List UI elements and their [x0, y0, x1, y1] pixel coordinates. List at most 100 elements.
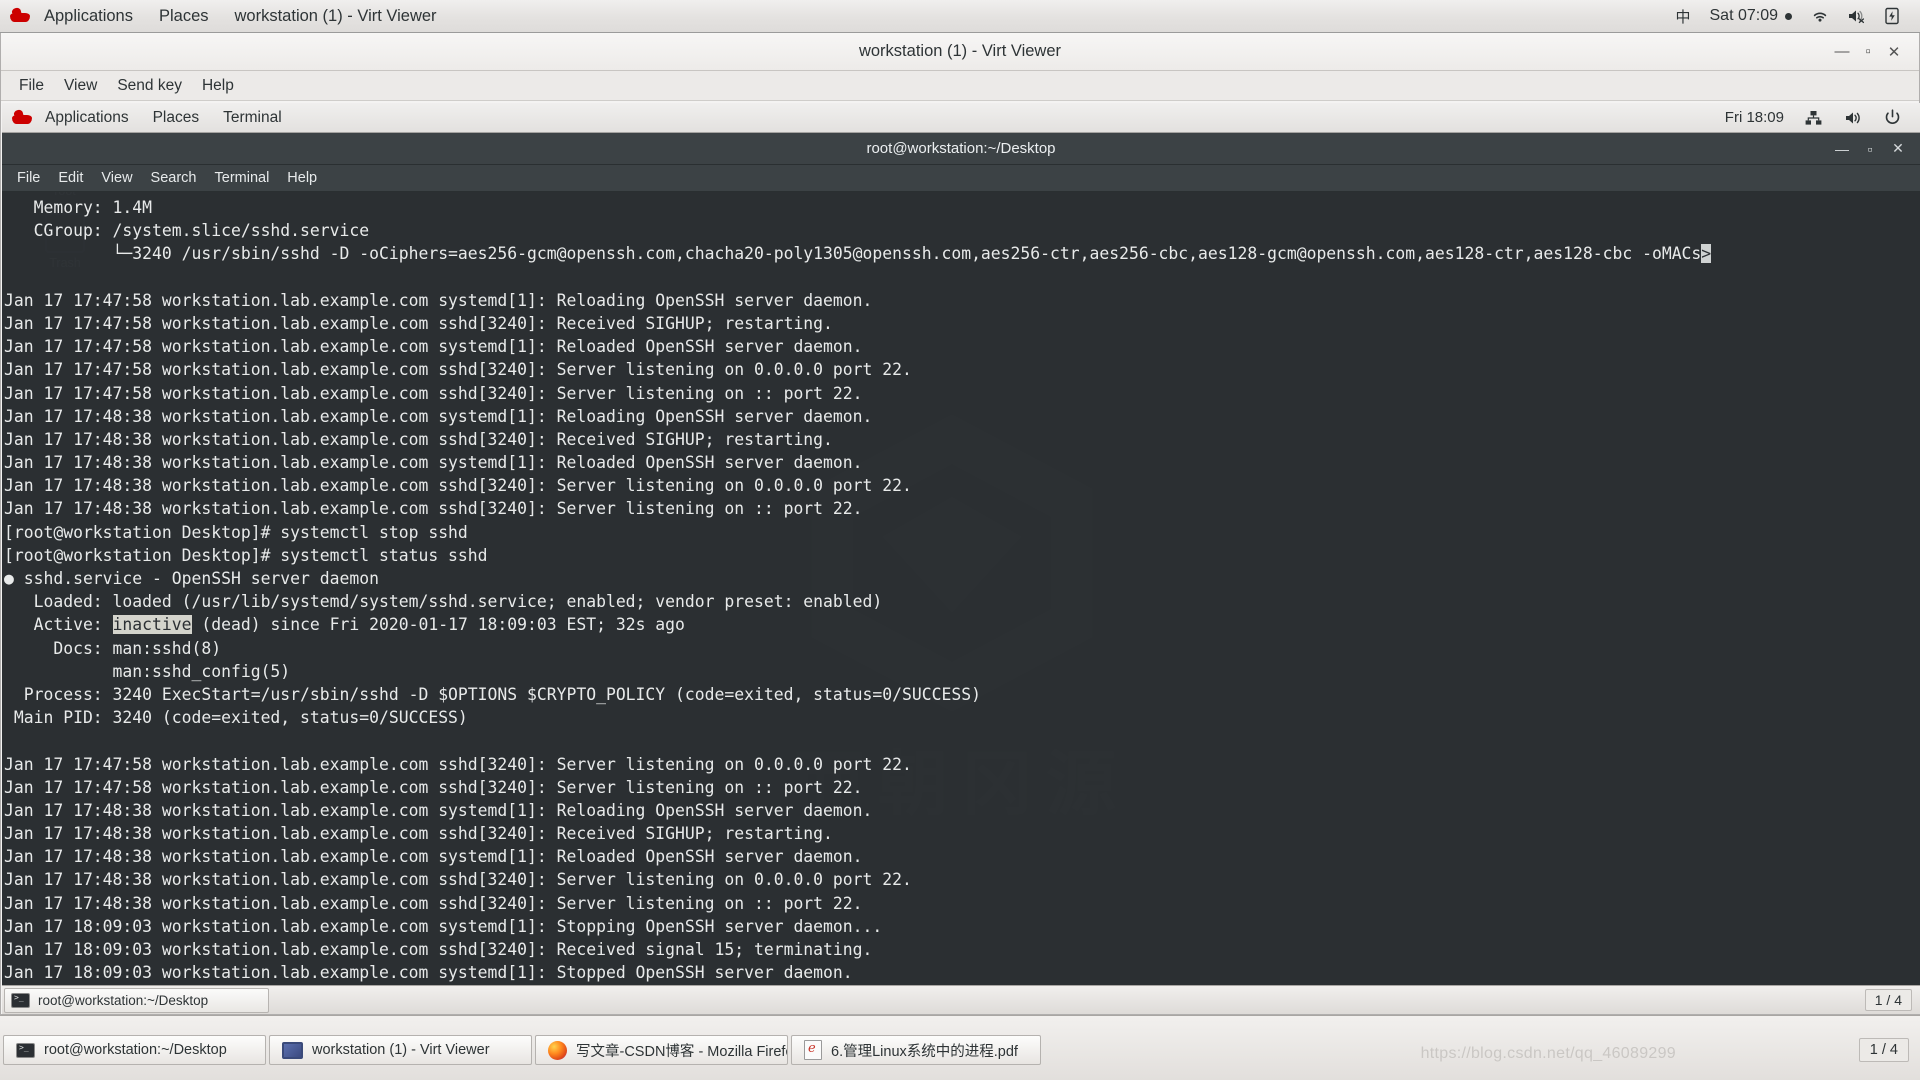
terminal-line: Jan 17 17:48:38 workstation.lab.example.… [4, 474, 1920, 497]
terminal-menu-view[interactable]: View [92, 165, 141, 192]
terminal-line: Jan 17 17:47:58 workstation.lab.example.… [4, 753, 1920, 776]
terminal-line: Docs: man:sshd(8) [4, 637, 1920, 660]
terminal-line: [root@workstation Desktop]# systemctl st… [4, 521, 1920, 544]
taskbar-item-pdf[interactable]: 6.管理Linux系统中的进程.pdf [791, 1035, 1041, 1065]
terminal-line: Jan 17 17:48:38 workstation.lab.example.… [4, 845, 1920, 868]
virt-viewer-titlebar[interactable]: workstation (1) - Virt Viewer — ▫ ✕ [1, 33, 1919, 71]
close-icon[interactable]: ✕ [1881, 39, 1907, 65]
input-method-icon[interactable]: 中 [1666, 6, 1699, 27]
guest-clock[interactable]: Fri 18:09 [1717, 109, 1792, 126]
maximize-icon[interactable]: ▫ [1855, 39, 1881, 65]
host-active-window-title[interactable]: workstation (1) - Virt Viewer [222, 0, 450, 33]
taskbar-item-label: 6.管理Linux系统中的进程.pdf [831, 1040, 1018, 1061]
virt-viewer-title: workstation (1) - Virt Viewer [1, 42, 1919, 61]
host-top-panel: Applications Places workstation (1) - Vi… [0, 0, 1920, 33]
terminal-line: Jan 17 18:09:03 workstation.lab.example.… [4, 938, 1920, 961]
virt-viewer-window: workstation (1) - Virt Viewer — ▫ ✕ File… [0, 33, 1920, 1015]
terminal-output-area[interactable]: Memory: 1.4M CGroup: /system.slice/sshd.… [2, 192, 1920, 985]
pdf-icon [804, 1040, 822, 1060]
terminal-line [4, 729, 1920, 752]
taskbar-item-firefox[interactable]: 写文章-CSDN博客 - Mozilla Firefox [535, 1035, 788, 1065]
host-clock-label: Sat 07:09 [1710, 7, 1779, 25]
terminal-line: [root@workstation Desktop]# [4, 984, 1920, 985]
taskbar-item-label: root@workstation:~/Desktop [44, 1042, 227, 1058]
guest-top-panel: Applications Places Terminal Fri 18:09 [2, 103, 1920, 133]
terminal-line: Jan 17 17:48:38 workstation.lab.example.… [4, 822, 1920, 845]
terminal-line: Loaded: loaded (/usr/lib/systemd/system/… [4, 590, 1920, 613]
terminal-line: Jan 17 18:09:03 workstation.lab.example.… [4, 915, 1920, 938]
menu-send-key[interactable]: Send key [107, 71, 192, 101]
terminal-line: Main PID: 3240 (code=exited, status=0/SU… [4, 706, 1920, 729]
taskbar-right-area: 1 / 4 [1859, 1038, 1917, 1062]
terminal-tab[interactable]: root@workstation:~/Desktop [4, 988, 269, 1013]
highlighted-status: inactive [113, 615, 192, 634]
terminal-line: Jan 17 17:48:38 workstation.lab.example.… [4, 892, 1920, 915]
terminal-title: root@workstation:~/Desktop [2, 140, 1920, 157]
terminal-line: Jan 17 17:47:58 workstation.lab.example.… [4, 289, 1920, 312]
terminal-line: Jan 17 17:48:38 workstation.lab.example.… [4, 799, 1920, 822]
guest-active-window-terminal[interactable]: Terminal [211, 103, 294, 133]
terminal-line: Jan 17 17:47:58 workstation.lab.example.… [4, 776, 1920, 799]
network-icon[interactable] [1796, 110, 1831, 126]
terminal-line: └─3240 /usr/sbin/sshd -D -oCiphers=aes25… [4, 242, 1920, 265]
terminal-window: root@workstation:~/Desktop — ▫ ✕ File Ed… [2, 133, 1920, 1014]
virt-viewer-window-controls: — ▫ ✕ [1829, 39, 1919, 65]
volume-icon[interactable] [1835, 110, 1871, 126]
terminal-line: Jan 17 17:48:38 workstation.lab.example.… [4, 405, 1920, 428]
terminal-menubar: File Edit View Search Terminal Help [2, 165, 1920, 192]
terminal-line: CGroup: /system.slice/sshd.service [4, 219, 1920, 242]
guest-redhat-logo-icon [11, 109, 33, 127]
terminal-titlebar[interactable]: root@workstation:~/Desktop — ▫ ✕ [2, 133, 1920, 165]
terminal-line: Jan 17 18:09:03 workstation.lab.example.… [4, 961, 1920, 984]
terminal-menu-help[interactable]: Help [278, 165, 326, 192]
host-menu-places[interactable]: Places [146, 0, 222, 33]
taskbar-item-terminal[interactable]: root@workstation:~/Desktop [3, 1035, 266, 1065]
terminal-line: Active: inactive (dead) since Fri 2020-0… [4, 613, 1920, 636]
terminal-line: Jan 17 17:48:38 workstation.lab.example.… [4, 451, 1920, 474]
terminal-tab-strip: root@workstation:~/Desktop 1 / 4 [2, 985, 1920, 1014]
volume-muted-icon[interactable] [1838, 8, 1876, 24]
guest-system-tray: Fri 18:09 [1717, 109, 1920, 126]
wifi-icon[interactable] [1802, 9, 1838, 24]
battery-charging-icon[interactable] [1876, 7, 1908, 25]
host-clock[interactable]: Sat 07:09 [1700, 7, 1803, 25]
power-icon[interactable] [1875, 109, 1910, 126]
terminal-menu-terminal[interactable]: Terminal [206, 165, 279, 192]
terminal-close-icon[interactable]: ✕ [1890, 140, 1906, 157]
terminal-icon [11, 993, 30, 1008]
terminal-window-controls: — ▫ ✕ [1834, 140, 1920, 157]
workspace-page-indicator[interactable]: 1 / 4 [1859, 1038, 1909, 1062]
terminal-minimize-icon[interactable]: — [1834, 141, 1850, 157]
terminal-line: [root@workstation Desktop]# systemctl st… [4, 544, 1920, 567]
terminal-tab-label: root@workstation:~/Desktop [38, 993, 208, 1008]
terminal-icon [16, 1043, 35, 1058]
host-menu-applications[interactable]: Applications [31, 0, 146, 33]
firefox-icon [548, 1041, 567, 1060]
terminal-line: Jan 17 17:47:58 workstation.lab.example.… [4, 382, 1920, 405]
terminal-lines: Memory: 1.4M CGroup: /system.slice/sshd.… [4, 196, 1920, 985]
terminal-line: Jan 17 17:48:38 workstation.lab.example.… [4, 868, 1920, 891]
terminal-menu-file[interactable]: File [8, 165, 49, 192]
terminal-line: man:sshd_config(5) [4, 660, 1920, 683]
terminal-line: Memory: 1.4M [4, 196, 1920, 219]
taskbar-item-label: 写文章-CSDN博客 - Mozilla Firefox [576, 1040, 788, 1061]
menu-help[interactable]: Help [192, 71, 244, 101]
menu-file[interactable]: File [9, 71, 54, 101]
virt-viewer-menubar: File View Send key Help [1, 71, 1919, 101]
terminal-line: Jan 17 17:47:58 workstation.lab.example.… [4, 312, 1920, 335]
taskbar-item-label: workstation (1) - Virt Viewer [312, 1042, 490, 1058]
guest-menu-places[interactable]: Places [141, 103, 212, 133]
terminal-line: Jan 17 17:47:58 workstation.lab.example.… [4, 335, 1920, 358]
terminal-maximize-icon[interactable]: ▫ [1862, 141, 1878, 157]
terminal-line [4, 266, 1920, 289]
redhat-logo-icon [9, 7, 31, 25]
minimize-icon[interactable]: — [1829, 39, 1855, 65]
terminal-menu-search[interactable]: Search [142, 165, 206, 192]
taskbar-item-virt-viewer[interactable]: workstation (1) - Virt Viewer [269, 1035, 532, 1065]
terminal-workspace-indicator[interactable]: 1 / 4 [1865, 989, 1912, 1011]
terminal-line: Jan 17 17:48:38 workstation.lab.example.… [4, 428, 1920, 451]
guest-menu-applications[interactable]: Applications [33, 103, 141, 133]
terminal-line: Jan 17 17:47:58 workstation.lab.example.… [4, 358, 1920, 381]
menu-view[interactable]: View [54, 71, 107, 101]
terminal-menu-edit[interactable]: Edit [49, 165, 92, 192]
